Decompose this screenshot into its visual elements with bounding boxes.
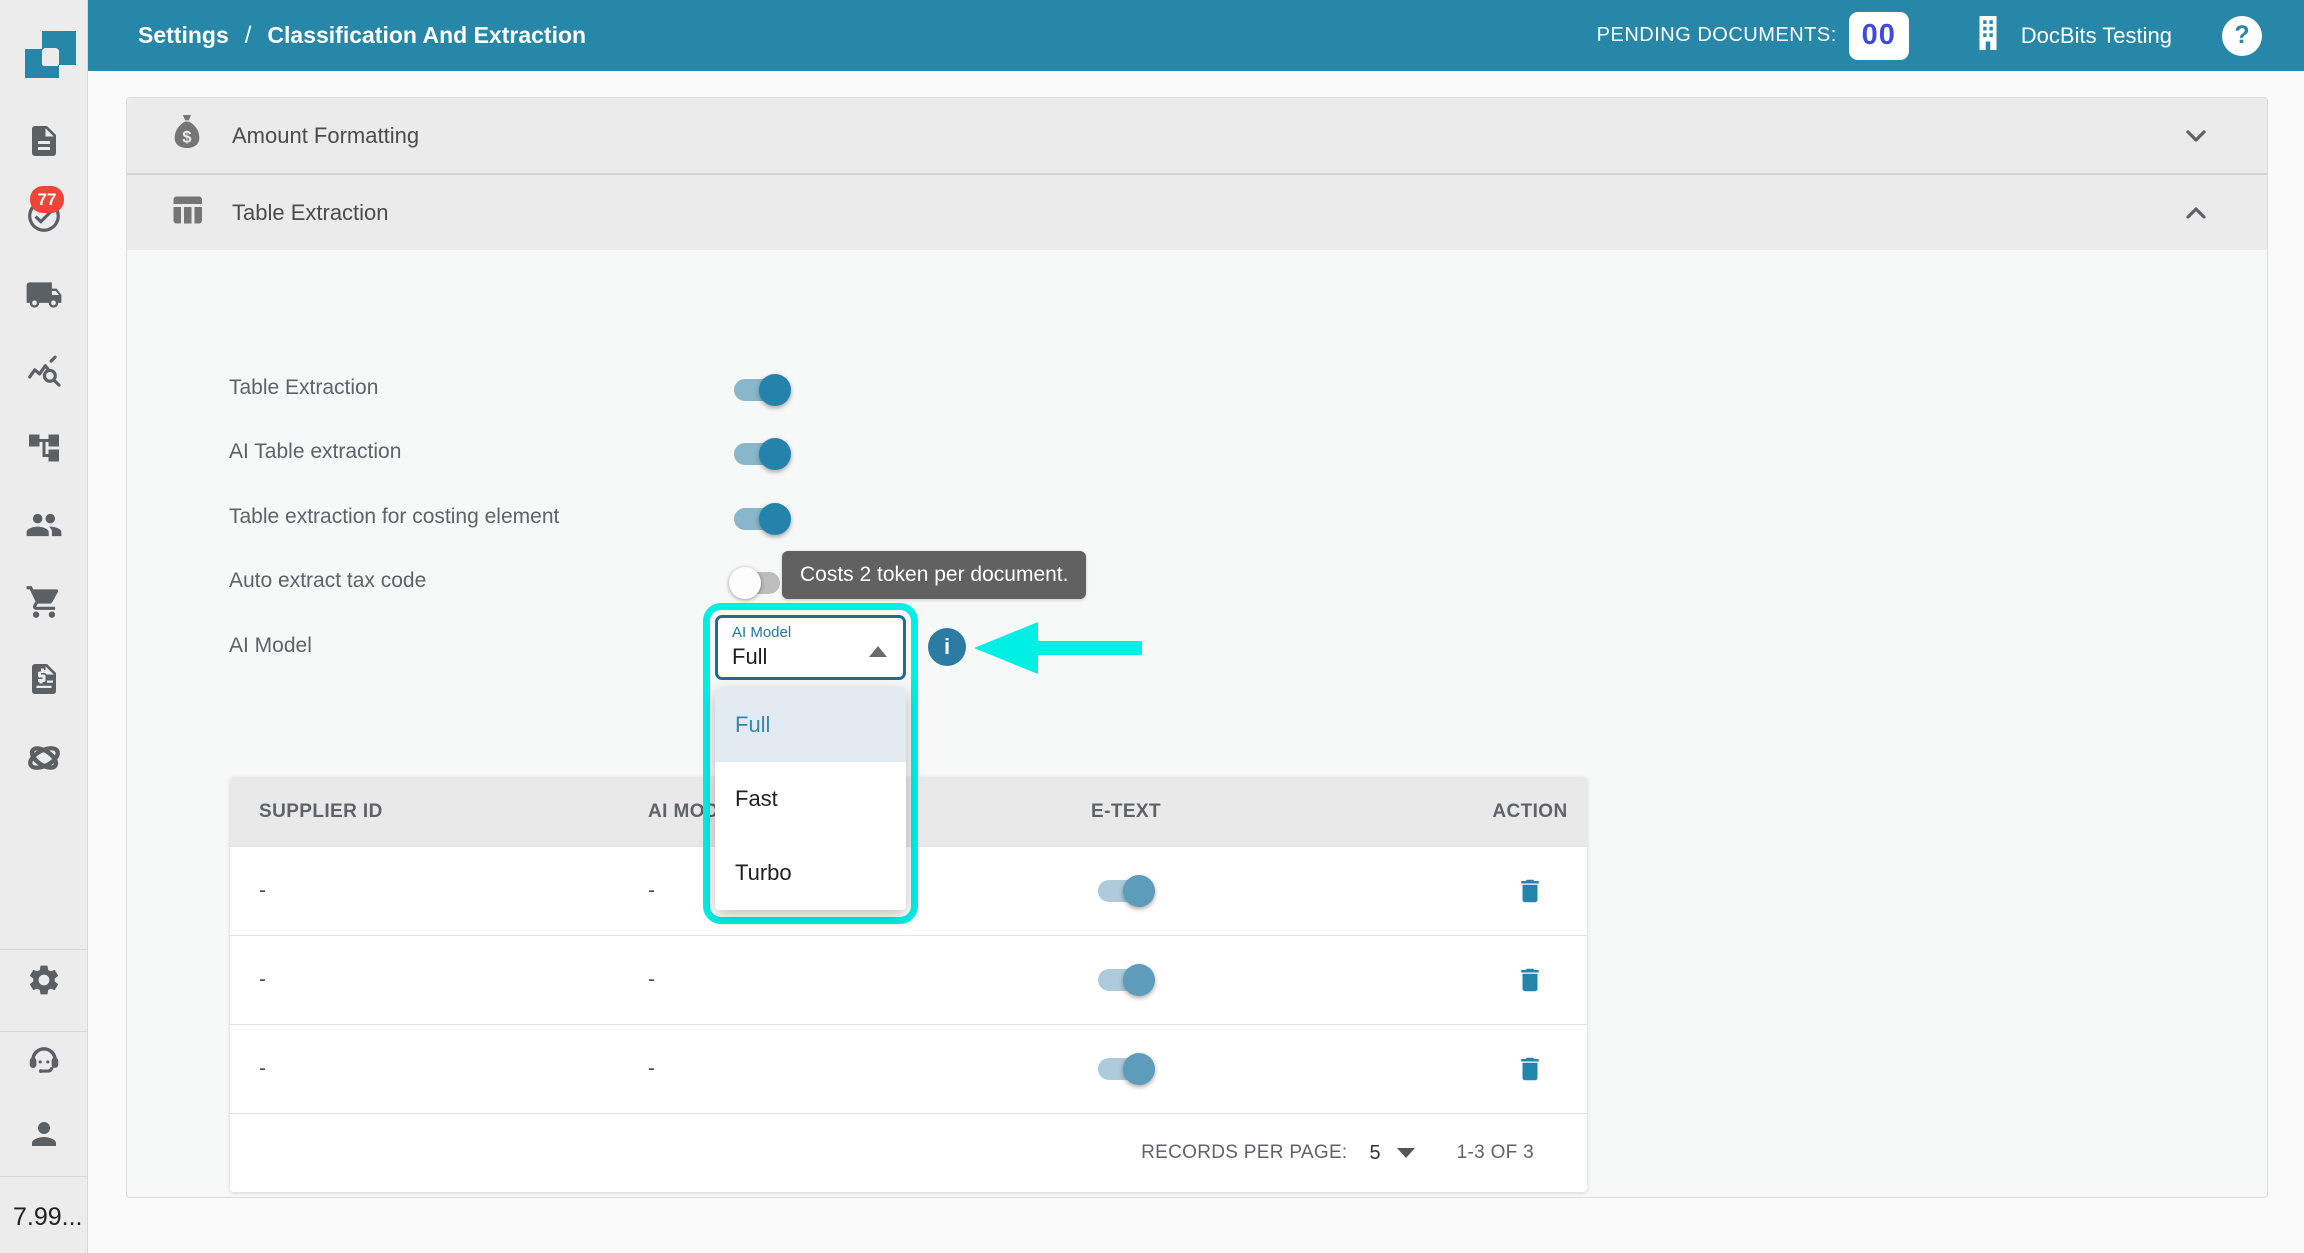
shop-cart-icon[interactable]	[24, 582, 64, 622]
sidebar-divider	[0, 949, 88, 950]
sidebar-divider	[0, 1176, 88, 1177]
profile-person-icon[interactable]	[24, 1114, 64, 1154]
cell-supplier-id: -	[259, 936, 266, 1024]
organization-name[interactable]: DocBits Testing	[2021, 23, 2172, 49]
ai-model-option-list: Full Fast Turbo	[715, 688, 906, 910]
sidebar-divider	[0, 1031, 88, 1032]
column-action: ACTION	[1480, 777, 1580, 846]
cell-supplier-id: -	[259, 847, 266, 935]
tooltip: Costs 2 token per document.	[782, 551, 1086, 599]
table-row: - -	[230, 1024, 1587, 1113]
option-turbo[interactable]: Turbo	[715, 836, 906, 910]
row-etext-toggle[interactable]	[1098, 968, 1155, 992]
delete-row-button[interactable]	[1515, 965, 1545, 1000]
approvals-badge: 77	[30, 186, 64, 213]
workflow-tree-icon[interactable]	[24, 428, 64, 468]
accordion-title: Table Extraction	[232, 200, 389, 226]
currency-glyph: $	[182, 129, 191, 147]
app-logo-icon[interactable]	[12, 8, 76, 83]
breadcrumb-current-page: Classification And Extraction	[267, 22, 586, 49]
suppliers-table: SUPPLIER ID AI MODEL E-TEXT ACTION - - -…	[230, 777, 1587, 1192]
records-per-page-value[interactable]: 5	[1370, 1142, 1381, 1165]
toggle-costing-element[interactable]	[734, 507, 791, 531]
delete-row-button[interactable]	[1515, 876, 1545, 911]
toggle-label-costing-element: Table extraction for costing element	[229, 505, 559, 529]
documents-icon[interactable]	[24, 121, 64, 161]
ai-model-select-label: AI Model	[732, 624, 791, 641]
accordion-table-extraction[interactable]: Table Extraction	[127, 175, 2267, 250]
chevron-down-icon	[2180, 120, 2212, 157]
table-icon	[169, 192, 205, 233]
breadcrumb: Settings / Classification And Extraction	[138, 22, 586, 50]
organization-building-icon[interactable]	[1971, 13, 2005, 58]
row-etext-toggle[interactable]	[1098, 1057, 1155, 1081]
table-row: - -	[230, 935, 1587, 1024]
pending-documents-label: PENDING DOCUMENTS:	[1597, 24, 1837, 47]
cell-ai-model: -	[648, 847, 655, 935]
records-per-page-label: RECORDS PER PAGE:	[1141, 1142, 1347, 1164]
toggle-table-extraction[interactable]	[734, 378, 791, 402]
orbit-icon[interactable]	[24, 738, 64, 778]
cell-supplier-id: -	[259, 1025, 266, 1113]
help-icon[interactable]: ?	[2222, 16, 2262, 56]
toggle-label-ai-table-extraction: AI Table extraction	[229, 440, 401, 464]
info-icon[interactable]: i	[928, 628, 966, 666]
table-header-row: SUPPLIER ID AI MODEL E-TEXT ACTION	[230, 777, 1587, 846]
toggle-ai-table-extraction[interactable]	[734, 442, 791, 466]
option-fast[interactable]: Fast	[715, 762, 906, 836]
version-label: 7.99...	[13, 1203, 83, 1232]
ai-model-select-value: Full	[732, 644, 767, 670]
column-supplier-id: SUPPLIER ID	[259, 777, 383, 846]
cell-ai-model: -	[648, 936, 655, 1024]
table-pagination: RECORDS PER PAGE: 5 1-3 OF 3	[230, 1113, 1587, 1192]
invoice-icon[interactable]	[24, 659, 64, 699]
shipping-truck-icon[interactable]	[24, 275, 64, 315]
toggle-label-table-extraction: Table Extraction	[229, 376, 378, 400]
money-bag-icon: $	[169, 113, 205, 158]
arrow-up-icon	[869, 646, 887, 657]
ai-model-row-label: AI Model	[229, 634, 312, 658]
toggle-label-auto-extract-tax-code: Auto extract tax code	[229, 569, 426, 593]
pending-documents-count: 00	[1849, 12, 1909, 60]
table-row: - -	[230, 846, 1587, 935]
analytics-search-icon[interactable]	[24, 353, 64, 393]
app-screen: 77	[0, 0, 2304, 1253]
chevron-up-icon	[2180, 197, 2212, 234]
sidebar: 77	[0, 0, 88, 1253]
users-icon[interactable]	[24, 505, 64, 545]
pagination-range: 1-3 OF 3	[1457, 1142, 1534, 1164]
breadcrumb-settings[interactable]: Settings	[138, 22, 229, 49]
accordion-amount-formatting[interactable]: $ Amount Formatting	[127, 98, 2267, 175]
option-full[interactable]: Full	[715, 688, 906, 762]
support-headset-icon[interactable]	[24, 1040, 64, 1080]
top-bar: Settings / Classification And Extraction…	[88, 0, 2304, 71]
settings-gear-icon[interactable]	[24, 960, 64, 1000]
caret-down-icon[interactable]	[1397, 1148, 1415, 1158]
column-e-text: E-TEXT	[1026, 777, 1226, 846]
ai-model-select[interactable]: AI Model Full	[715, 615, 906, 680]
row-etext-toggle[interactable]	[1098, 879, 1155, 903]
settings-panel: $ Amount Formatting Table Extraction Tab…	[126, 97, 2268, 1198]
breadcrumb-separator: /	[245, 22, 252, 50]
accordion-title: Amount Formatting	[232, 123, 419, 149]
delete-row-button[interactable]	[1515, 1054, 1545, 1089]
annotation-arrow-icon	[972, 620, 1144, 681]
cell-ai-model: -	[648, 1025, 655, 1113]
